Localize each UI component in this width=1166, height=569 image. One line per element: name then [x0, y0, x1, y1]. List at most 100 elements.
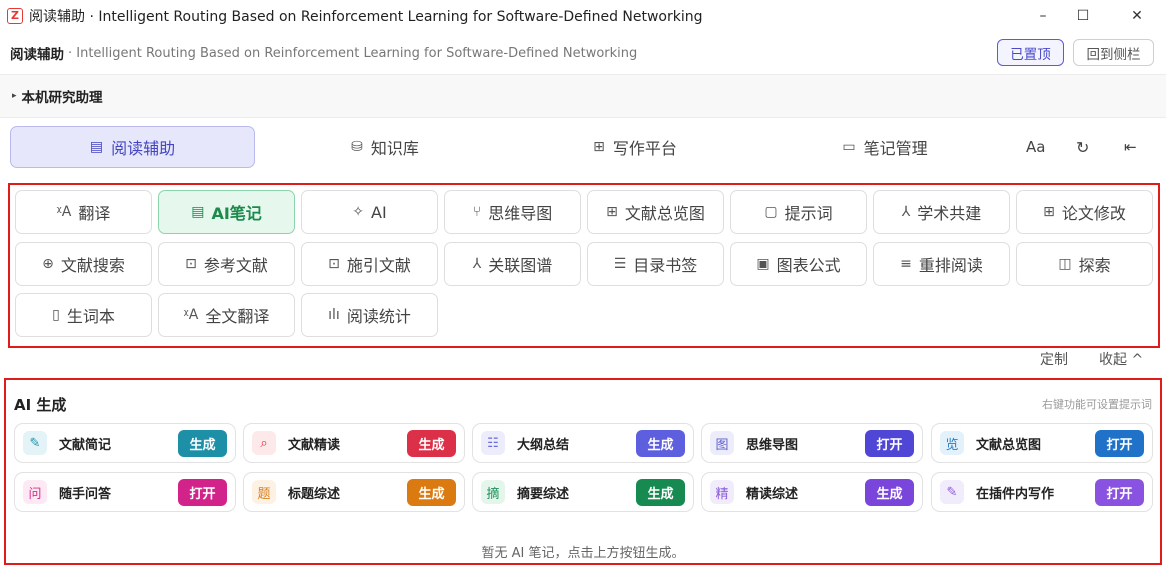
tool-prompts[interactable]: ▢ 提示词: [730, 190, 867, 234]
outline-icon: ☷: [481, 431, 505, 455]
tool-label: 学术共建: [917, 204, 982, 223]
graph-icon: ⅄: [472, 256, 482, 272]
research-assistant-toggle[interactable]: ▸ 本机研究助理: [0, 74, 1166, 118]
paper-title: · Intelligent Routing Based on Reinforce…: [68, 45, 638, 61]
refresh-icon[interactable]: ↻: [1076, 138, 1089, 157]
panel-header: 阅读辅助 · Intelligent Routing Based on Rein…: [0, 32, 1166, 74]
reflow-icon: ≡: [900, 256, 912, 272]
ai-card-action-button[interactable]: 生成: [865, 479, 914, 506]
tool-relation-graph[interactable]: ⅄ 关联图谱: [444, 242, 581, 286]
collapse-icon[interactable]: ⇤: [1124, 138, 1137, 156]
ai-card[interactable]: ✎ 文献简记 生成: [14, 423, 236, 463]
ai-card-action-button[interactable]: 打开: [865, 430, 914, 457]
tab-label: 知识库: [370, 139, 419, 158]
ai-card-label: 精读综述: [746, 486, 799, 502]
back-to-sidebar-button[interactable]: 回到侧栏: [1073, 39, 1154, 66]
tool-academic-collab[interactable]: ⅄ 学术共建: [873, 190, 1010, 234]
tool-translate[interactable]: ᵡA 翻译: [15, 190, 152, 234]
mindmap-icon: ⑂: [472, 204, 482, 220]
expand-triangle-icon: ▸: [12, 91, 17, 101]
citation-icon: ⊡: [328, 256, 340, 272]
research-assistant-label: 本机研究助理: [21, 90, 103, 106]
image-icon: ▣: [756, 256, 770, 272]
chart-icon: 图: [710, 431, 734, 455]
grid-icon: ⊞: [593, 139, 605, 155]
tool-paper-revision[interactable]: ⊞ 论文修改: [1016, 190, 1153, 234]
maximize-button[interactable]: ☐: [1060, 0, 1106, 32]
tab-notes-management[interactable]: ▭ 笔记管理: [790, 126, 980, 168]
ai-card-label: 文献简记: [59, 437, 112, 453]
ai-card[interactable]: ☷ 大纲总结 生成: [472, 423, 694, 463]
tool-citing-papers[interactable]: ⊡ 施引文献: [301, 242, 438, 286]
tab-writing-platform[interactable]: ⊞ 写作平台: [540, 126, 730, 168]
tool-label: 翻译: [78, 204, 111, 223]
title-bar: Z 阅读辅助 · Intelligent Routing Based on Re…: [0, 0, 1166, 32]
tool-references[interactable]: ⊡ 参考文献: [158, 242, 295, 286]
ai-card-action-button[interactable]: 生成: [636, 430, 685, 457]
ai-card[interactable]: 题标题综述 生成: [243, 472, 465, 512]
tool-label: 思维导图: [488, 204, 553, 223]
ai-card[interactable]: 摘摘要综述 生成: [472, 472, 694, 512]
tool-figures-formulas[interactable]: ▣ 图表公式: [730, 242, 867, 286]
tool-label: 图表公式: [776, 256, 841, 275]
tool-label: AI: [371, 202, 387, 222]
tool-mind-map[interactable]: ⑂ 思维导图: [444, 190, 581, 234]
tool-vocabulary[interactable]: ▯ 生词本: [15, 293, 152, 337]
ai-card-action-button[interactable]: 生成: [178, 430, 227, 457]
empty-notes-message: 暂无 AI 笔记，点击上方按钮生成。: [481, 546, 685, 561]
tool-label: 目录书签: [633, 256, 698, 275]
tool-toc-bookmarks[interactable]: ☰ 目录书签: [587, 242, 724, 286]
reference-icon: ⊡: [185, 256, 197, 272]
tab-reading-assist[interactable]: ▤ 阅读辅助: [10, 126, 255, 168]
tool-label: 生词本: [66, 307, 115, 326]
notebook-icon: ▯: [52, 307, 60, 323]
pinned-button[interactable]: 已置顶: [997, 39, 1064, 66]
note-icon: ▤: [191, 204, 205, 220]
font-size-button[interactable]: Aa: [1026, 138, 1045, 156]
tab-label: 笔记管理: [863, 139, 928, 158]
ai-card-label: 标题综述: [288, 486, 341, 502]
tool-ai[interactable]: ✧ AI: [301, 190, 438, 234]
tool-full-translation[interactable]: ᵡA 全文翻译: [158, 293, 295, 337]
grid-icon: ⊞: [1043, 204, 1055, 220]
close-button[interactable]: ✕: [1114, 0, 1160, 32]
share-icon: ⅄: [901, 204, 911, 220]
search-icon: ⊕: [42, 256, 54, 272]
ai-card[interactable]: 览文献总览图 打开: [931, 423, 1153, 463]
ai-card-action-button[interactable]: 打开: [1095, 430, 1144, 457]
sparkle-icon: ✧: [352, 204, 365, 220]
ai-card[interactable]: 图思维导图 打开: [701, 423, 923, 463]
ai-card-action-button[interactable]: 生成: [636, 479, 685, 506]
tool-literature-overview[interactable]: ⊞ 文献总览图: [587, 190, 724, 234]
ai-section-hint: 右键功能可设置提示词: [1042, 398, 1152, 411]
ai-card-label: 文献总览图: [976, 437, 1042, 453]
customize-button[interactable]: 定制: [1040, 349, 1068, 369]
tool-literature-search[interactable]: ⊕ 文献搜索: [15, 242, 152, 286]
ai-card-action-button[interactable]: 生成: [407, 479, 456, 506]
ai-card-action-button[interactable]: 打开: [1095, 479, 1144, 506]
ai-card-label: 摘要综述: [517, 486, 570, 502]
tool-ai-notes[interactable]: ▤ AI笔记: [158, 190, 295, 234]
fold-button[interactable]: 收起 ^: [1099, 349, 1143, 369]
ai-card[interactable]: 精精读综述 生成: [701, 472, 923, 512]
tool-reading-stats[interactable]: ılı 阅读统计: [301, 293, 438, 337]
tab-knowledge-base[interactable]: ⛁ 知识库: [290, 126, 480, 168]
stats-icon: ılı: [328, 307, 340, 323]
ai-card-label: 大纲总结: [517, 437, 570, 453]
ai-generation-panel: AI 生成 右键功能可设置提示词 ✎ 文献简记 生成 ⌕ 文献精读 生成 ☷ 大纲总结 生成图思…: [4, 378, 1162, 565]
tool-explore[interactable]: ◫ 探索: [1016, 242, 1153, 286]
ask-icon: 问: [23, 480, 47, 504]
ai-card[interactable]: 问随手问答 打开: [14, 472, 236, 512]
tool-label: 施引文献: [346, 256, 411, 275]
ai-card[interactable]: ⌕ 文献精读 生成: [243, 423, 465, 463]
list-icon: ☰: [613, 256, 627, 272]
ai-card-action-button[interactable]: 打开: [178, 479, 227, 506]
prompt-icon: ▢: [764, 204, 778, 220]
ai-card[interactable]: ✎ 在插件内写作 打开: [931, 472, 1153, 512]
tool-label: 全文翻译: [205, 307, 270, 326]
abstract-icon: 摘: [481, 480, 505, 504]
overview-icon: 览: [940, 431, 964, 455]
ai-card-action-button[interactable]: 生成: [407, 430, 456, 457]
grid-icon: ⊞: [606, 204, 618, 220]
tool-reflow-reading[interactable]: ≡ 重排阅读: [873, 242, 1010, 286]
